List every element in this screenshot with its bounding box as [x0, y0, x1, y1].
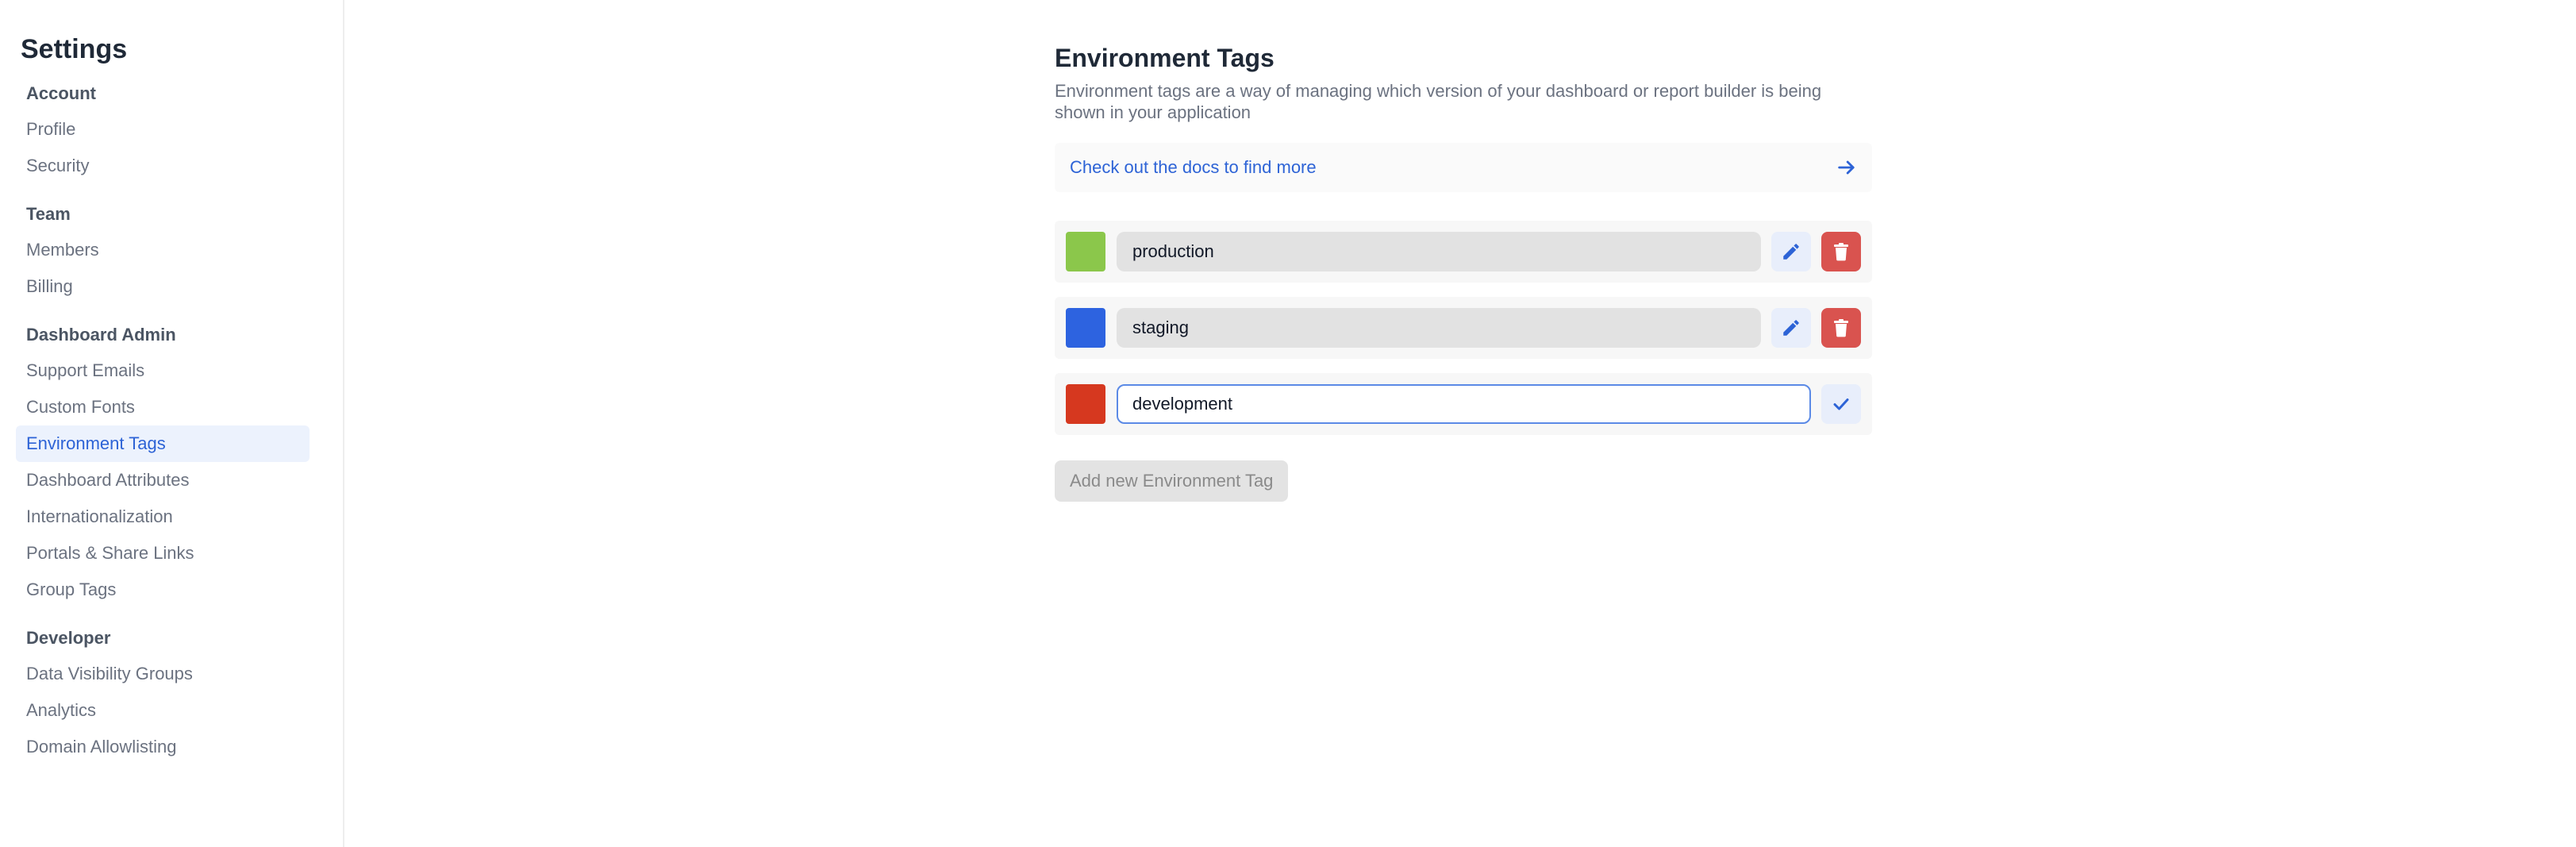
docs-link[interactable]: Check out the docs to find more: [1055, 143, 1872, 192]
main-panel: Environment Tags Environment tags are a …: [344, 0, 2576, 847]
tag-name-input[interactable]: [1117, 384, 1811, 424]
add-environment-tag-button[interactable]: Add new Environment Tag: [1055, 460, 1289, 502]
tag-color-swatch[interactable]: [1066, 232, 1105, 271]
docs-link-label: Check out the docs to find more: [1070, 157, 1317, 177]
sidebar-item-group-tags[interactable]: Group Tags: [16, 572, 310, 608]
sidebar-item-dashboard-attributes[interactable]: Dashboard Attributes: [16, 462, 310, 499]
nav-group-team: Team Members Billing: [16, 203, 317, 305]
sidebar-item-environment-tags[interactable]: Environment Tags: [16, 425, 310, 462]
environment-tag-row: [1055, 297, 1872, 359]
trash-icon: [1832, 242, 1850, 261]
sidebar-item-analytics[interactable]: Analytics: [16, 692, 310, 729]
trash-icon: [1832, 318, 1850, 337]
nav-group-account: Account Profile Security: [16, 83, 317, 184]
page-description: Environment tags are a way of managing w…: [1055, 81, 1822, 122]
nav-heading-developer: Developer: [26, 628, 111, 648]
sidebar-item-members[interactable]: Members: [16, 232, 310, 268]
environment-tag-list: [1055, 221, 1872, 435]
nav-heading-team: Team: [26, 204, 71, 224]
edit-tag-button[interactable]: [1771, 232, 1811, 271]
edit-tag-button[interactable]: [1771, 308, 1811, 348]
tag-color-swatch[interactable]: [1066, 384, 1105, 424]
environment-tag-row: [1055, 221, 1872, 283]
settings-sidebar: Settings Account Profile Security Team M…: [0, 0, 344, 847]
confirm-tag-button[interactable]: [1821, 384, 1861, 424]
nav-heading-dashboard-admin: Dashboard Admin: [26, 325, 176, 345]
nav-group-dashboard-admin: Dashboard Admin Support Emails Custom Fo…: [16, 324, 317, 608]
arrow-right-icon: [1836, 156, 1858, 179]
tag-name-field[interactable]: [1117, 232, 1761, 271]
sidebar-item-custom-fonts[interactable]: Custom Fonts: [16, 389, 310, 425]
sidebar-title: Settings: [21, 34, 128, 64]
environment-tags-section: Environment Tags Environment tags are a …: [1055, 40, 1872, 502]
tag-name-field[interactable]: [1117, 308, 1761, 348]
sidebar-item-portals-share-links[interactable]: Portals & Share Links: [16, 535, 310, 572]
sidebar-item-data-visibility-groups[interactable]: Data Visibility Groups: [16, 656, 310, 692]
delete-tag-button[interactable]: [1821, 308, 1861, 348]
app-root: Settings Account Profile Security Team M…: [0, 0, 2576, 847]
delete-tag-button[interactable]: [1821, 232, 1861, 271]
pencil-icon: [1781, 318, 1801, 338]
checkmark-icon: [1832, 395, 1851, 414]
nav-group-developer: Developer Data Visibility Groups Analyti…: [16, 627, 317, 765]
sidebar-item-billing[interactable]: Billing: [16, 268, 310, 305]
pencil-icon: [1781, 241, 1801, 262]
sidebar-item-internationalization[interactable]: Internationalization: [16, 499, 310, 535]
environment-tag-row-editing: [1055, 373, 1872, 435]
sidebar-item-domain-allowlisting[interactable]: Domain Allowlisting: [16, 729, 310, 765]
page-title: Environment Tags: [1055, 44, 1275, 72]
nav-heading-account: Account: [26, 83, 96, 103]
sidebar-item-support-emails[interactable]: Support Emails: [16, 352, 310, 389]
sidebar-item-security[interactable]: Security: [16, 148, 310, 184]
tag-color-swatch[interactable]: [1066, 308, 1105, 348]
sidebar-item-profile[interactable]: Profile: [16, 111, 310, 148]
